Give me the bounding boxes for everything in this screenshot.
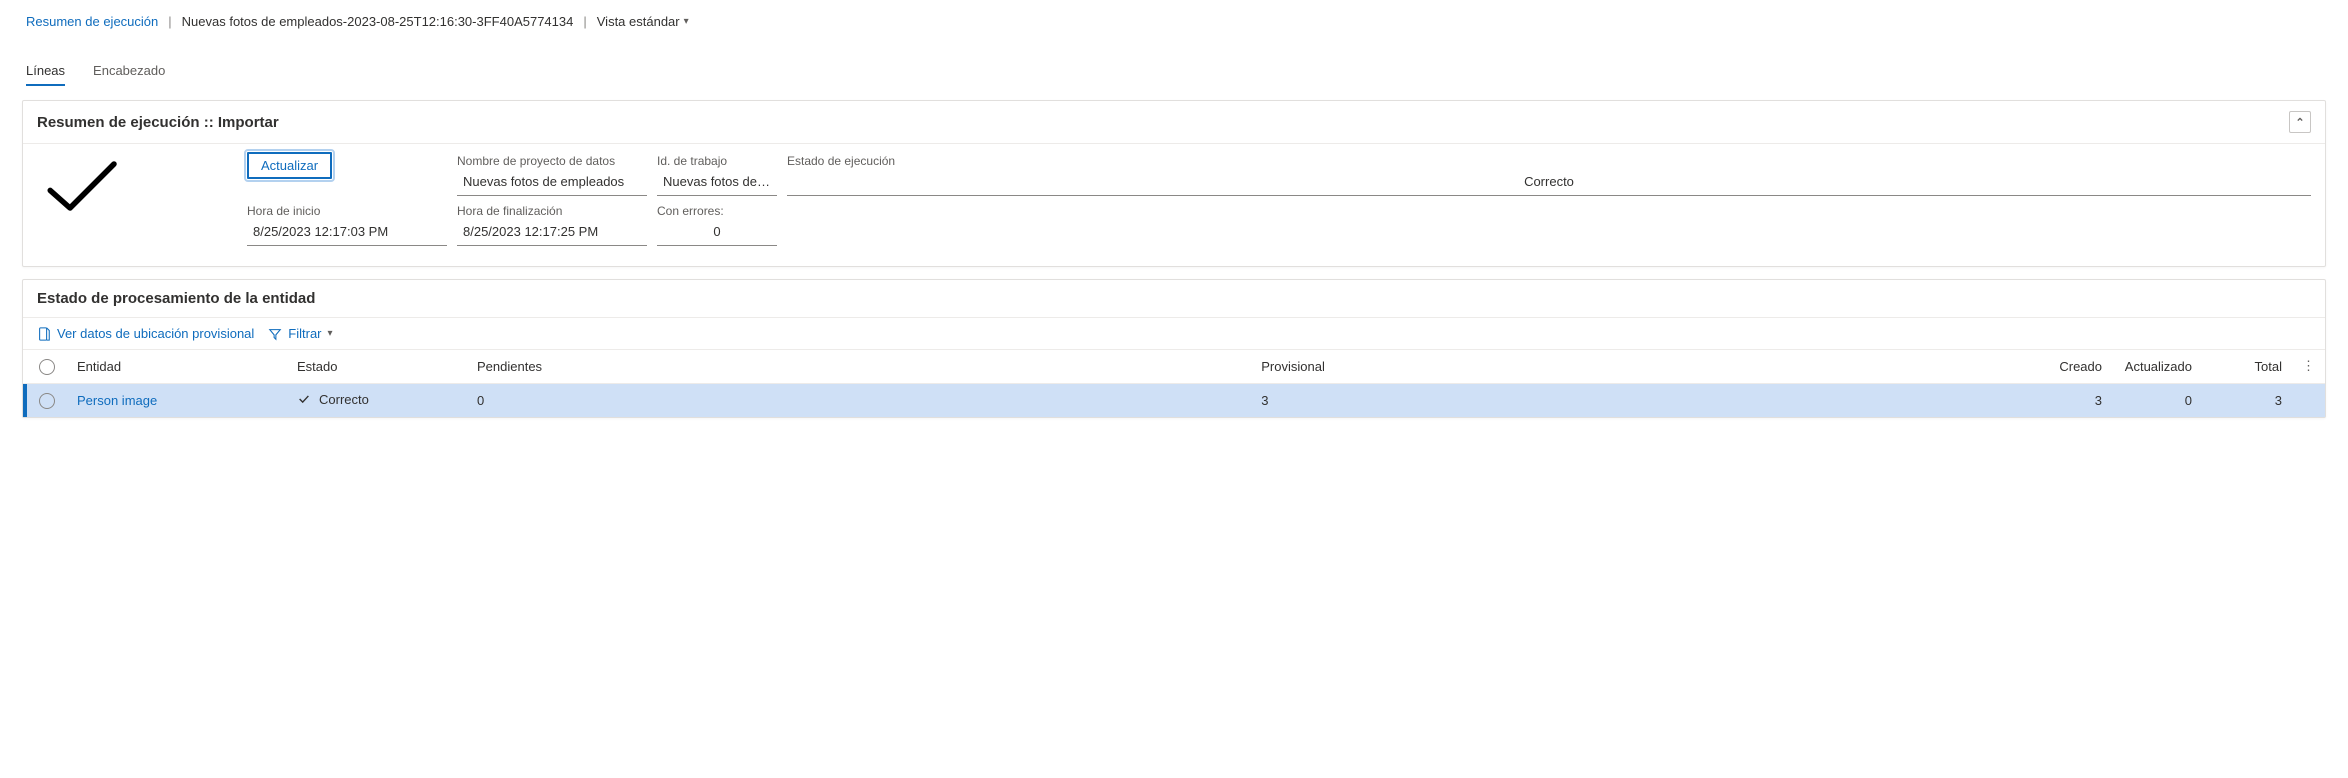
- filter-label: Filtrar: [288, 326, 321, 341]
- updated-cell: 0: [2112, 383, 2202, 417]
- chevron-up-icon: ⌃: [2295, 116, 2304, 129]
- breadcrumb-sep: |: [583, 14, 586, 29]
- col-total[interactable]: Total: [2202, 350, 2292, 383]
- col-staging[interactable]: Provisional: [1251, 350, 2022, 383]
- more-options[interactable]: ⋮: [2292, 350, 2325, 383]
- entity-table: Entidad Estado Pendientes Provisional Cr…: [23, 350, 2325, 417]
- panel-title: Estado de procesamiento de la entidad: [37, 290, 315, 307]
- panel-title: Resumen de ejecución :: Importar: [37, 114, 279, 131]
- tabs: Líneas Encabezado: [0, 41, 2348, 86]
- chevron-down-icon: ▾: [328, 328, 333, 339]
- errors-label: Con errores:: [657, 202, 777, 220]
- col-pending[interactable]: Pendientes: [467, 350, 1251, 383]
- project-name-value[interactable]: Nuevas fotos de empleados: [457, 170, 647, 196]
- col-entity[interactable]: Entidad: [67, 350, 287, 383]
- table-row[interactable]: Person image Correcto 0 3 3 0: [23, 383, 2325, 417]
- filter-link[interactable]: Filtrar ▾: [268, 326, 332, 341]
- total-cell: 3: [2202, 383, 2292, 417]
- end-time-value[interactable]: 8/25/2023 12:17:25 PM: [457, 220, 647, 246]
- breadcrumb-root-link[interactable]: Resumen de ejecución: [26, 14, 158, 29]
- entity-toolbar: Ver datos de ubicación provisional Filtr…: [23, 318, 2325, 349]
- project-name-label: Nombre de proyecto de datos: [457, 152, 647, 170]
- entity-processing-panel: Estado de procesamiento de la entidad Ve…: [22, 279, 2326, 418]
- entity-cell[interactable]: Person image: [67, 383, 287, 417]
- refresh-button[interactable]: Actualizar: [247, 152, 332, 179]
- breadcrumb: Resumen de ejecución | Nuevas fotos de e…: [0, 0, 2348, 41]
- document-icon: [37, 327, 51, 341]
- errors-value[interactable]: 0: [657, 220, 777, 246]
- filter-icon: [268, 327, 282, 341]
- end-time-label: Hora de finalización: [457, 202, 647, 220]
- select-all[interactable]: [27, 350, 67, 383]
- view-selector-label: Vista estándar: [597, 14, 680, 29]
- tab-header[interactable]: Encabezado: [93, 63, 165, 86]
- exec-status-label: Estado de ejecución: [787, 152, 2311, 170]
- row-select[interactable]: [27, 383, 67, 417]
- execution-summary-panel: Resumen de ejecución :: Importar ⌃ Nombr…: [22, 100, 2326, 267]
- status-cell: Correcto: [287, 383, 467, 417]
- breadcrumb-sep: |: [168, 14, 171, 29]
- start-time-value[interactable]: 8/25/2023 12:17:03 PM: [247, 220, 447, 246]
- row-more[interactable]: [2292, 383, 2325, 417]
- exec-status-value[interactable]: Correcto: [787, 170, 2311, 196]
- chevron-down-icon: ▾: [684, 16, 689, 27]
- tab-lines[interactable]: Líneas: [26, 63, 65, 86]
- status-text: Correcto: [319, 392, 369, 407]
- view-staging-data-label: Ver datos de ubicación provisional: [57, 326, 254, 341]
- success-checkmark-icon: [37, 152, 237, 223]
- entity-link[interactable]: Person image: [77, 393, 157, 408]
- view-staging-data-link[interactable]: Ver datos de ubicación provisional: [37, 326, 254, 341]
- checkmark-icon: [297, 392, 311, 406]
- start-time-label: Hora de inicio: [247, 202, 447, 220]
- staging-cell: 3: [1251, 383, 2022, 417]
- col-updated[interactable]: Actualizado: [2112, 350, 2202, 383]
- created-cell: 3: [2022, 383, 2112, 417]
- col-created[interactable]: Creado: [2022, 350, 2112, 383]
- col-status[interactable]: Estado: [287, 350, 467, 383]
- view-selector[interactable]: Vista estándar ▾: [597, 14, 689, 29]
- pending-cell: 0: [467, 383, 1251, 417]
- job-id-value[interactable]: Nuevas fotos de empleados-20...: [657, 170, 777, 196]
- collapse-button[interactable]: ⌃: [2289, 111, 2311, 133]
- job-id-label: Id. de trabajo: [657, 152, 777, 170]
- breadcrumb-title: Nuevas fotos de empleados-2023-08-25T12:…: [182, 14, 574, 29]
